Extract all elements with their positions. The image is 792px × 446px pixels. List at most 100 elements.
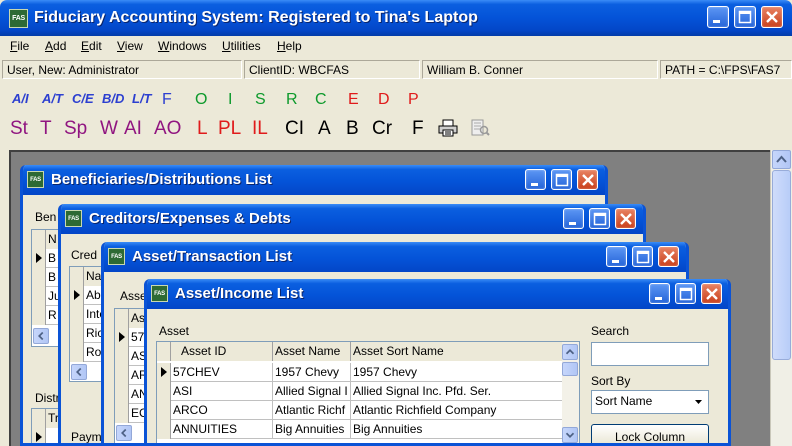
- scroll-up-button[interactable]: [772, 150, 791, 169]
- table-cell[interactable]: 57CHEV: [171, 363, 273, 382]
- tool-ao[interactable]: AO: [154, 118, 181, 140]
- tool-ci[interactable]: CI: [285, 118, 304, 140]
- beneficiaries-title-bar[interactable]: FAS Beneficiaries/Distributions List: [23, 165, 605, 195]
- creditors-minimize-button[interactable]: [563, 208, 584, 229]
- main-title-bar[interactable]: FAS Fiduciary Accounting System: Registe…: [0, 0, 792, 36]
- scroll-thumb[interactable]: [772, 170, 791, 360]
- creditors-title: Creditors/Expenses & Debts: [89, 210, 291, 227]
- creditors-title-bar[interactable]: FAS Creditors/Expenses & Debts: [61, 204, 643, 234]
- grid-scroll-up-button[interactable]: [562, 344, 578, 360]
- asset-grid-scrollbar[interactable]: [562, 342, 579, 443]
- tool-d[interactable]: D: [378, 91, 390, 109]
- table-cell[interactable]: ASI: [171, 382, 273, 401]
- tool-asset-transaction[interactable]: A/T: [42, 91, 63, 106]
- table-row[interactable]: ANNUITIES Big Annuities Big Annuities: [157, 420, 579, 439]
- asset-income-close-button[interactable]: [701, 283, 722, 304]
- mdi-vertical-scrollbar[interactable]: [770, 150, 792, 446]
- asset-transaction-maximize-button[interactable]: [632, 246, 653, 267]
- asset-income-title-bar[interactable]: FAS Asset/Income List: [147, 279, 728, 309]
- lock-column-button[interactable]: Lock Column: [591, 424, 709, 443]
- table-cell[interactable]: Atlantic Richfield Company: [351, 401, 563, 420]
- tool-creditors-expenses[interactable]: C/E: [72, 91, 94, 106]
- minimize-button[interactable]: [707, 6, 729, 28]
- tool-asset-income[interactable]: A/I: [12, 91, 29, 106]
- asset-transaction-title-bar[interactable]: FAS Asset/Transaction List: [104, 242, 686, 272]
- print-preview-icon[interactable]: [470, 119, 490, 143]
- tool-b[interactable]: B: [346, 118, 359, 140]
- tool-c[interactable]: C: [315, 91, 327, 109]
- tool-r[interactable]: R: [286, 91, 298, 109]
- grid-scroll-down-button[interactable]: [562, 427, 578, 443]
- menu-add[interactable]: Add: [45, 39, 66, 53]
- search-input[interactable]: [591, 342, 709, 366]
- asset-income-window[interactable]: FAS Asset/Income List Asset Asset ID Ass…: [144, 279, 731, 446]
- sort-by-select[interactable]: Sort Name: [591, 390, 709, 414]
- tool-p[interactable]: P: [408, 91, 419, 109]
- menu-utilities[interactable]: Utilities: [222, 39, 261, 53]
- tool-f[interactable]: F: [162, 91, 172, 109]
- status-client: ClientID: WBCFAS: [244, 60, 420, 79]
- tool-cr[interactable]: Cr: [372, 118, 392, 140]
- col-asset-id[interactable]: Asset ID: [171, 342, 273, 361]
- tool-t[interactable]: T: [40, 118, 52, 140]
- tool-pl[interactable]: PL: [218, 118, 241, 140]
- creditors-close-button[interactable]: [615, 208, 636, 229]
- table-cell[interactable]: ANNUITIES: [171, 420, 273, 439]
- asset-income-minimize-button[interactable]: [649, 283, 670, 304]
- asset-transaction-minimize-button[interactable]: [606, 246, 627, 267]
- close-button[interactable]: [761, 6, 783, 28]
- scroll-left-button[interactable]: [116, 425, 132, 441]
- tool-l[interactable]: L: [197, 118, 208, 140]
- table-row[interactable]: ARCO Atlantic Richf Atlantic Richfield C…: [157, 401, 579, 420]
- beneficiaries-minimize-button[interactable]: [525, 169, 546, 190]
- fas-window-icon: FAS: [108, 248, 125, 265]
- table-cell[interactable]: 1957 Chevy: [273, 363, 351, 382]
- scroll-left-button[interactable]: [71, 364, 87, 380]
- row-pointer-icon: [119, 332, 125, 342]
- table-cell[interactable]: Big Annuities: [351, 420, 563, 439]
- printer-icon[interactable]: [438, 119, 458, 143]
- creditors-maximize-button[interactable]: [589, 208, 610, 229]
- tool-e[interactable]: E: [348, 91, 359, 109]
- menu-edit[interactable]: Edit: [81, 39, 102, 53]
- table-cell[interactable]: 1957 Chevy: [351, 363, 563, 382]
- tool-a[interactable]: A: [318, 118, 331, 140]
- table-cell[interactable]: Allied Signal I: [273, 382, 351, 401]
- tool-sp[interactable]: Sp: [64, 118, 87, 140]
- tool-ai[interactable]: AI: [124, 118, 142, 140]
- maximize-button[interactable]: [734, 6, 756, 28]
- maximize-icon: [593, 212, 607, 226]
- menu-windows[interactable]: Windows: [158, 39, 207, 53]
- tool-o[interactable]: O: [195, 91, 207, 109]
- table-cell[interactable]: Allied Signal Inc. Pfd. Ser.: [351, 382, 563, 401]
- menu-file[interactable]: File: [10, 39, 29, 53]
- grid-scroll-thumb[interactable]: [562, 362, 578, 376]
- row-pointer-icon: [74, 290, 80, 300]
- asset-transaction-close-button[interactable]: [658, 246, 679, 267]
- menu-view[interactable]: View: [117, 39, 143, 53]
- tool-beneficiaries-distributions[interactable]: B/D: [102, 91, 124, 106]
- table-cell[interactable]: Big Annuities: [273, 420, 351, 439]
- app-icon[interactable]: FAS: [9, 9, 28, 28]
- asset-income-grid[interactable]: Asset ID Asset Name Asset Sort Name 57CH…: [156, 341, 580, 443]
- tool-st[interactable]: St: [10, 118, 28, 140]
- scroll-left-button[interactable]: [33, 328, 49, 344]
- beneficiaries-maximize-button[interactable]: [551, 169, 572, 190]
- table-cell[interactable]: Atlantic Richf: [273, 401, 351, 420]
- table-row[interactable]: ASI Allied Signal I Allied Signal Inc. P…: [157, 382, 579, 401]
- tool-liabilities[interactable]: L/T: [132, 91, 152, 106]
- tool-s[interactable]: S: [255, 91, 266, 109]
- tool-f2[interactable]: F: [412, 118, 424, 140]
- menu-help[interactable]: Help: [277, 39, 302, 53]
- tool-i[interactable]: I: [228, 91, 232, 109]
- table-row[interactable]: 57CHEV 1957 Chevy 1957 Chevy: [157, 363, 579, 382]
- tool-il[interactable]: IL: [252, 118, 268, 140]
- tool-w[interactable]: W: [100, 118, 118, 140]
- fas-window-icon: FAS: [151, 285, 168, 302]
- beneficiaries-close-button[interactable]: [577, 169, 598, 190]
- chevron-down-icon[interactable]: [690, 392, 707, 411]
- col-asset-sort-name[interactable]: Asset Sort Name: [351, 342, 563, 361]
- asset-income-maximize-button[interactable]: [675, 283, 696, 304]
- table-cell[interactable]: ARCO: [171, 401, 273, 420]
- col-asset-name[interactable]: Asset Name: [273, 342, 351, 361]
